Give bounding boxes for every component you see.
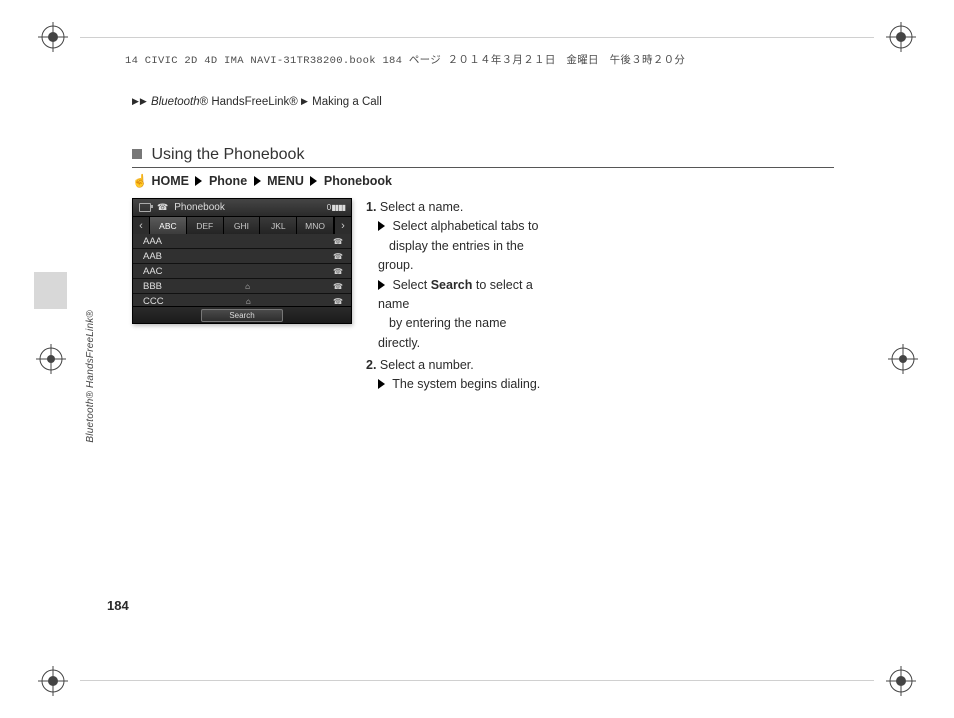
shot-title: Phonebook	[174, 202, 225, 213]
triangle-icon: ▶	[132, 96, 139, 107]
registration-mark-icon	[886, 666, 916, 696]
triangle-icon	[378, 379, 385, 389]
nav-path-item: Phonebook	[324, 174, 392, 188]
step-sub: Select Search to select a name by enteri…	[366, 276, 551, 354]
alpha-tab[interactable]: GHI	[224, 217, 261, 234]
crop-rule	[80, 37, 874, 38]
breadcrumb-segment: Making a Call	[312, 96, 382, 108]
registration-mark-icon	[886, 22, 916, 52]
nav-path-item: Phone	[209, 174, 247, 188]
step: 2. Select a number. The system begins di…	[366, 356, 551, 395]
tabs-right-button[interactable]: ›	[334, 217, 351, 234]
triangle-icon: ▶	[301, 96, 308, 107]
nav-path: ☝ HOME Phone MENU Phonebook	[132, 174, 834, 188]
alpha-tab[interactable]: JKL	[260, 217, 297, 234]
breadcrumb-segment: ® HandsFreeLink®	[200, 96, 298, 108]
alpha-tab[interactable]: DEF	[187, 217, 224, 234]
breadcrumb-segment: Bluetooth	[151, 96, 200, 108]
search-button[interactable]: Search	[201, 309, 283, 322]
step-number: 1.	[366, 200, 376, 214]
crop-rule	[80, 680, 874, 681]
nav-path-item: MENU	[267, 174, 304, 188]
section-title-text: Using the Phonebook	[151, 146, 304, 163]
step-text: Select a name.	[380, 200, 463, 214]
tabs-left-button[interactable]: ‹	[133, 217, 150, 234]
triangle-icon	[378, 221, 385, 231]
phonebook-entry[interactable]: AAA☎	[133, 234, 351, 249]
registration-mark-icon	[38, 666, 68, 696]
home-icon: ⌂	[246, 297, 251, 306]
alpha-tab[interactable]: MNO	[297, 217, 334, 234]
alpha-tab[interactable]: ABC	[150, 217, 187, 234]
battery-icon	[139, 203, 151, 212]
mobile-icon: ☎	[333, 282, 343, 291]
step-sub: The system begins dialing.	[366, 375, 551, 394]
registration-mark-icon	[38, 22, 68, 52]
phonebook-entry[interactable]: BBB⌂☎	[133, 279, 351, 294]
triangle-icon	[310, 176, 317, 186]
side-label: Bluetooth® HandsFreeLink®	[85, 310, 96, 443]
home-icon: ⌂	[245, 282, 250, 291]
mobile-icon: ☎	[333, 237, 343, 246]
phonebook-entry[interactable]: CCC⌂☎	[133, 294, 351, 306]
section: Using the Phonebook ☝ HOME Phone MENU Ph…	[132, 146, 834, 398]
step-number: 2.	[366, 358, 376, 372]
triangle-icon: ▶	[140, 96, 147, 107]
shot-footer: Search	[133, 306, 351, 323]
page-tab-stub	[34, 272, 67, 309]
page: 14 CIVIC 2D 4D IMA NAVI-31TR38200.book 1…	[0, 0, 954, 718]
instruction-steps: 1. Select a name. Select alphabetical ta…	[366, 198, 551, 398]
phonebook-entry[interactable]: AAB☎	[133, 249, 351, 264]
alpha-tabs: ‹ ABC DEF GHI JKL MNO ›	[133, 217, 351, 234]
hand-icon: ☝	[132, 174, 144, 188]
triangle-icon	[378, 280, 385, 290]
phone-icon: ☎	[157, 202, 168, 213]
step: 1. Select a name. Select alphabetical ta…	[366, 198, 551, 353]
infotainment-screenshot: ☎ Phonebook 0 ▮▮▮▮ ‹ ABC DEF GHI JKL MNO…	[132, 198, 352, 324]
nav-path-item: HOME	[151, 174, 189, 188]
shot-header: ☎ Phonebook 0 ▮▮▮▮	[133, 199, 351, 217]
step-sub: Select alphabetical tabs to display the …	[366, 217, 551, 275]
mobile-icon: ☎	[333, 297, 343, 306]
phonebook-entry[interactable]: AAC☎	[133, 264, 351, 279]
registration-mark-icon	[888, 344, 918, 374]
square-bullet-icon	[132, 149, 142, 159]
signal-indicator: 0 ▮▮▮▮	[327, 203, 345, 212]
breadcrumb: ▶▶ Bluetooth® HandsFreeLink® ▶ Making a …	[132, 96, 382, 108]
mobile-icon: ☎	[333, 267, 343, 276]
mobile-icon: ☎	[333, 252, 343, 261]
triangle-icon	[195, 176, 202, 186]
page-number: 184	[107, 598, 129, 613]
step-text: Select a number.	[380, 358, 474, 372]
section-heading: Using the Phonebook	[132, 146, 834, 168]
registration-mark-icon	[36, 344, 66, 374]
bookline: 14 CIVIC 2D 4D IMA NAVI-31TR38200.book 1…	[125, 52, 824, 67]
triangle-icon	[254, 176, 261, 186]
phonebook-list: AAA☎ AAB☎ AAC☎ BBB⌂☎ CCC⌂☎	[133, 234, 351, 306]
